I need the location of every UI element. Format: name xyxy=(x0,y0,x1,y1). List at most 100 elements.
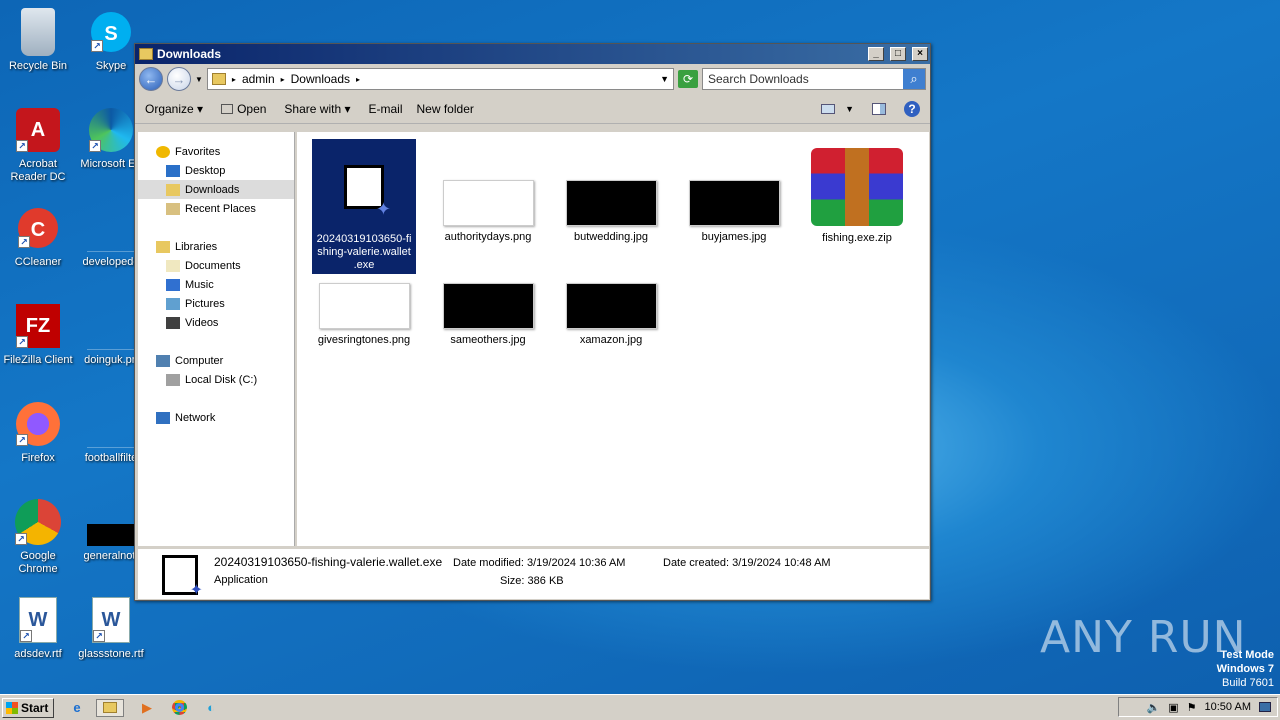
image-thumbnail xyxy=(442,180,534,226)
address-dropdown-icon[interactable]: ▼ xyxy=(660,74,669,84)
explorer-window[interactable]: Downloads _ □ × ← → ▼ ▸ admin ▸ Download… xyxy=(134,43,931,601)
exe-gear-icon: ✦ xyxy=(189,582,203,599)
minimize-button[interactable]: _ xyxy=(868,47,884,61)
word-doc-icon: W ↗ xyxy=(92,597,130,643)
nav-item-label: Desktop xyxy=(185,164,226,177)
preview-pane-icon[interactable] xyxy=(872,102,886,115)
shortcut-arrow-icon: ↗ xyxy=(16,336,28,348)
file-item[interactable]: sameothers.jpg xyxy=(436,278,540,347)
gear-overlay-icon: ✦ xyxy=(375,199,391,219)
file-item[interactable]: authoritydays.png xyxy=(436,139,540,244)
nav-item-label: Local Disk (C:) xyxy=(185,373,258,386)
file-item[interactable]: butwedding.jpg xyxy=(559,139,663,244)
desktop-icon[interactable]: W ↗ adsdev.rtf xyxy=(0,596,76,661)
edge-taskbar-icon[interactable]: ◐ xyxy=(202,699,220,717)
desktop-icon-label: Google Chrome xyxy=(18,550,58,575)
desktop-icon[interactable]: A ↗ Acrobat Reader DC xyxy=(0,106,76,184)
file-item[interactable]: buyjames.jpg xyxy=(682,139,786,244)
address-bar[interactable]: ▸ admin ▸ Downloads ▸ ▼ xyxy=(206,68,674,90)
start-button[interactable]: Start xyxy=(2,697,54,718)
desktop-icon[interactable]: ↗ Firefox xyxy=(0,400,76,465)
size-label: Size: xyxy=(500,575,525,587)
organize-label: Organize xyxy=(145,101,194,116)
file-item[interactable]: ✦ 20240319103650-fi shing-valerie.wallet … xyxy=(312,139,416,274)
nav-item-label: Computer xyxy=(175,354,224,367)
nav-item-downloads[interactable]: Downloads xyxy=(138,180,294,199)
chevron-right-icon[interactable]: ▸ xyxy=(232,75,236,84)
search-input[interactable]: Search Downloads ⌕ xyxy=(702,68,926,90)
start-label: Start xyxy=(21,700,49,715)
shortcut-arrow-icon: ↗ xyxy=(20,630,32,642)
file-item[interactable]: fishing.exe.zip xyxy=(805,139,909,245)
breadcrumb-admin[interactable]: admin xyxy=(242,72,275,86)
nav-item-label: Libraries xyxy=(175,240,218,253)
close-button[interactable]: × xyxy=(912,47,928,61)
selected-file-icon: ✦ xyxy=(162,555,203,599)
title-bar[interactable]: Downloads _ □ × xyxy=(135,44,930,64)
nav-item-local-disk-c[interactable]: Local Disk (C:) xyxy=(138,370,294,389)
email-button[interactable]: E-mail xyxy=(368,102,402,116)
forward-button[interactable]: → xyxy=(167,67,191,91)
clock[interactable]: 10:50 AM xyxy=(1205,701,1251,713)
nav-item-favorites[interactable]: Favorites xyxy=(138,142,294,161)
maximize-button[interactable]: □ xyxy=(890,47,906,61)
action-center-flag-icon[interactable]: ⚑ xyxy=(1187,701,1197,714)
nav-item-computer[interactable]: Computer xyxy=(138,351,294,370)
watermark-line2: Windows 7 xyxy=(1216,663,1274,675)
file-name: givesringtones.png xyxy=(317,334,411,346)
modified-label: Date modified: xyxy=(453,557,524,569)
documents-icon xyxy=(166,259,180,272)
back-button[interactable]: ← xyxy=(139,67,163,91)
share-with-button[interactable]: Share with ▾ xyxy=(284,102,350,116)
details-type: Application xyxy=(214,574,268,586)
nav-item-label: Documents xyxy=(185,259,241,272)
open-button[interactable]: Open xyxy=(221,102,266,116)
desktop-icon[interactable]: Recycle Bin xyxy=(0,8,76,73)
shortcut-arrow-icon: ↗ xyxy=(16,434,28,446)
file-item[interactable]: xamazon.jpg xyxy=(559,278,663,347)
network-tray-icon[interactable]: ▣ xyxy=(1168,701,1178,714)
file-icon xyxy=(87,498,135,546)
nav-item-documents[interactable]: Documents xyxy=(138,256,294,275)
desktop-icon[interactable]: W ↗ glassstone.rtf xyxy=(73,596,149,661)
edge-icon: ↗ xyxy=(89,108,133,152)
file-name: xamazon.jpg xyxy=(579,334,643,346)
file-item[interactable]: givesringtones.png xyxy=(312,278,416,347)
explorer-taskbar-icon[interactable] xyxy=(96,698,124,717)
chrome-taskbar-icon[interactable] xyxy=(170,699,188,717)
refresh-button[interactable]: ⟳ xyxy=(678,70,698,88)
ie-icon[interactable]: e xyxy=(68,699,86,717)
chevron-right-icon[interactable]: ▸ xyxy=(356,75,360,84)
media-player-icon[interactable]: ▶ xyxy=(138,699,156,717)
nav-item-desktop[interactable]: Desktop xyxy=(138,161,294,180)
nav-item-music[interactable]: Music xyxy=(138,275,294,294)
desktop-icon[interactable]: C ↗ CCleaner xyxy=(0,204,76,269)
help-icon[interactable]: ? xyxy=(904,100,920,117)
watermark-line3: Build 7601 xyxy=(1222,677,1274,689)
volume-icon[interactable]: 🔈 xyxy=(1147,701,1161,714)
search-icon[interactable]: ⌕ xyxy=(903,69,925,89)
recent-pages-dropdown[interactable]: ▼ xyxy=(195,75,203,84)
file-name: sameothers.jpg xyxy=(450,334,526,346)
organize-button[interactable]: Organize ▾ xyxy=(145,102,203,116)
desktop-icon[interactable]: FZ ↗ FileZilla Client xyxy=(0,302,76,367)
desktop-icon[interactable]: ↗ Google Chrome xyxy=(0,498,76,576)
test-mode-watermark: Test Mode Windows 7 Build 7601 xyxy=(1217,648,1274,690)
nav-item-network[interactable]: Network xyxy=(138,408,294,427)
anyrun-watermark: ANY RUN xyxy=(1040,612,1247,663)
new-folder-button[interactable]: New folder xyxy=(417,102,474,116)
nav-item-label: Pictures xyxy=(185,297,225,310)
nav-item-pictures[interactable]: Pictures xyxy=(138,294,294,313)
breadcrumb-downloads[interactable]: Downloads xyxy=(291,72,350,86)
view-dropdown-icon[interactable]: ▼ xyxy=(845,104,854,114)
nav-item-recent-places[interactable]: Recent Places xyxy=(138,199,294,218)
nav-item-label: Favorites xyxy=(175,145,221,158)
details-pane: ✦ 20240319103650-fishing-valerie.wallet.… xyxy=(138,549,929,599)
nav-item-libraries[interactable]: Libraries xyxy=(138,237,294,256)
show-desktop-icon[interactable] xyxy=(1259,702,1271,712)
chevron-right-icon[interactable]: ▸ xyxy=(281,75,285,84)
watermark-line1: Test Mode xyxy=(1220,649,1274,661)
winrar-archive-icon xyxy=(811,148,903,226)
nav-item-videos[interactable]: Videos xyxy=(138,313,294,332)
change-view-icon[interactable] xyxy=(821,103,836,114)
